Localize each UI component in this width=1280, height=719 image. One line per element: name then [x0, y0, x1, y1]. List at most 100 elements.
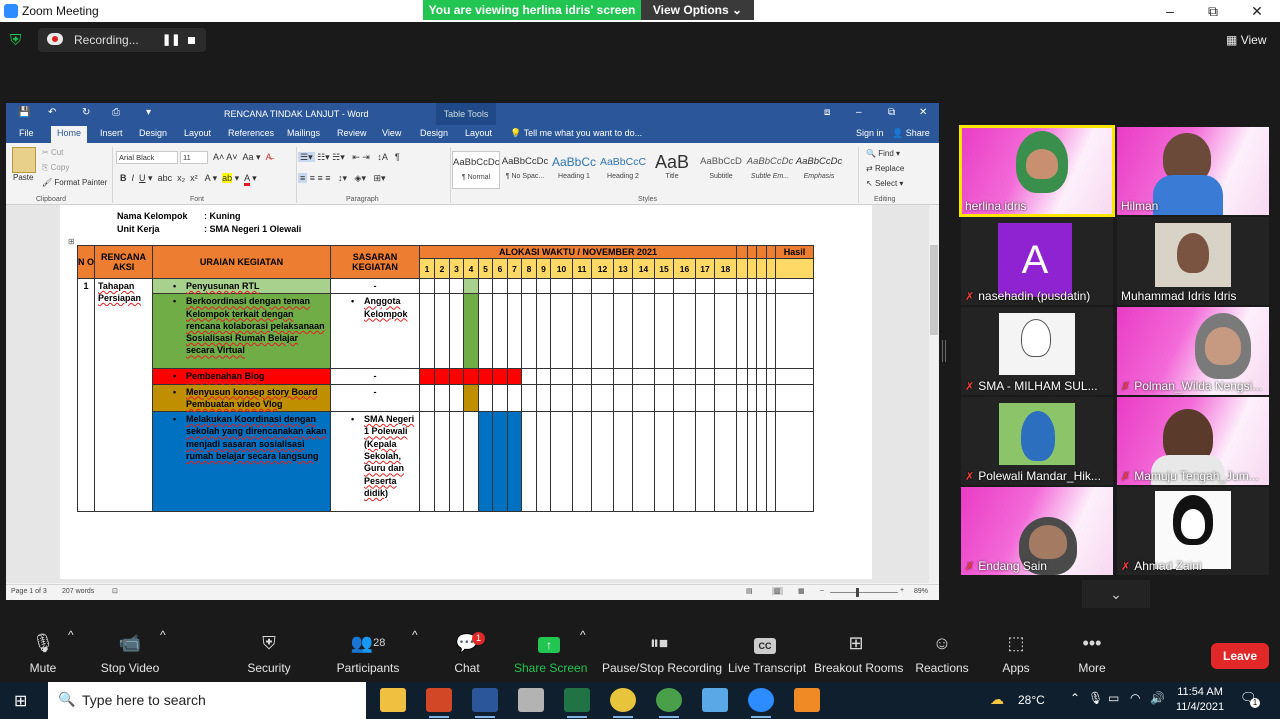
- security-button[interactable]: ⛨ Security: [240, 628, 298, 682]
- tab-file[interactable]: File: [19, 128, 34, 138]
- video-options-caret[interactable]: ^: [160, 628, 166, 682]
- tell-me-box[interactable]: 💡 Tell me what you want to do...: [510, 128, 642, 139]
- web-layout-icon[interactable]: ▦: [798, 587, 805, 595]
- font-grow-shrink-icons[interactable]: A˄ A˅ Aa ▾ A̶: [213, 152, 272, 163]
- document-scrollbar[interactable]: [929, 205, 939, 583]
- table-move-handle-icon[interactable]: ⊞: [68, 237, 75, 246]
- zoom-slider[interactable]: [830, 592, 898, 593]
- chrome-icon[interactable]: [610, 688, 636, 718]
- cut-button[interactable]: ✂ Cut: [42, 148, 63, 157]
- weather-icon[interactable]: ☁: [990, 691, 1004, 708]
- tab-design[interactable]: Design: [139, 128, 167, 138]
- style-no-spacing[interactable]: AaBbCcDc ¶ No Spac...: [501, 151, 549, 189]
- mute-button[interactable]: 🎙 Mute: [18, 628, 68, 682]
- mic-tray-icon[interactable]: 🎙: [1088, 691, 1103, 705]
- tab-home[interactable]: Home: [51, 126, 88, 143]
- apps-button[interactable]: ⬚ Apps: [996, 628, 1036, 682]
- alignment-icons[interactable]: ≡ ≡ ≡ ≡ ↕▾ ◈▾ ⊞▾: [298, 173, 386, 184]
- zoom-slider-thumb[interactable]: [856, 588, 859, 597]
- document-area[interactable]: ▬▬▬▬▬ ▬ ▬▬▬▬▬ ▬▬▬▬ ▬▬▬▬▬ ▬▬▬▬▬▬ ▬▬▬ ▬▬▬▬…: [6, 205, 939, 583]
- wifi-icon[interactable]: ◠: [1130, 691, 1140, 705]
- tab-references[interactable]: References: [228, 128, 274, 138]
- copy-button[interactable]: ⎘ Copy: [42, 163, 69, 173]
- paste-button[interactable]: Paste: [13, 173, 33, 182]
- zoom-level[interactable]: 89%: [914, 588, 928, 595]
- app-icon[interactable]: [518, 688, 544, 712]
- wps-icon[interactable]: [794, 688, 820, 712]
- taskbar-clock[interactable]: 11:54 AM 11/4/2021: [1176, 685, 1224, 715]
- list-icons[interactable]: ☰▾ ☷▾ ☵▾ ⇤ ⇥ ↕A ¶: [298, 152, 400, 163]
- desktop-app-icon[interactable]: [702, 688, 728, 712]
- word-icon[interactable]: [472, 688, 498, 718]
- more-button[interactable]: ••• More: [1072, 628, 1112, 682]
- temperature[interactable]: 28°C: [1018, 693, 1045, 707]
- video-tile[interactable]: ✗ SMA - MILHAM SUL...: [961, 307, 1113, 395]
- live-transcript-button[interactable]: CC Live Transcript: [728, 628, 806, 682]
- panel-resize-handle[interactable]: [942, 340, 946, 362]
- find-button[interactable]: 🔍 Find ▾: [866, 149, 900, 158]
- video-tile[interactable]: ✗ Polewali Mandar_Hik...: [961, 397, 1113, 485]
- minimize-button[interactable]: –: [1150, 1, 1190, 21]
- font-format-icons[interactable]: B I U ▾ abc x₂ x² A ▾ ab ▾ A ▾: [120, 173, 257, 186]
- chrome-profile-icon[interactable]: [656, 688, 682, 718]
- volume-icon[interactable]: 🔊: [1150, 691, 1165, 705]
- shield-icon[interactable]: ⛨: [10, 32, 26, 49]
- video-tile[interactable]: ✗ Mamuju Tengah_Jum...: [1117, 397, 1269, 485]
- close-button[interactable]: ✕: [1237, 1, 1277, 21]
- font-name-box[interactable]: Arial Black: [116, 151, 178, 164]
- video-tile[interactable]: Hilman: [1117, 127, 1269, 215]
- restore-button[interactable]: ⧉: [1193, 1, 1233, 21]
- style-title[interactable]: AaB Title: [648, 151, 696, 189]
- powerpoint-icon[interactable]: [426, 688, 452, 718]
- style-subtitle[interactable]: AaBbCcD Subtitle: [697, 151, 745, 189]
- style-subtle-emphasis[interactable]: AaBbCcDc Subtle Em...: [746, 151, 794, 189]
- battery-icon[interactable]: ▭: [1108, 691, 1119, 705]
- participants-button[interactable]: 👥28 Participants: [334, 628, 402, 682]
- video-tile[interactable]: ✗ Endang Sain: [961, 487, 1113, 575]
- share-options-caret[interactable]: ^: [580, 628, 586, 682]
- pause-stop-recording-button[interactable]: ⏸⏹ Pause/Stop Recording: [602, 628, 722, 682]
- reactions-button[interactable]: ☺ Reactions: [914, 628, 970, 682]
- audio-options-caret[interactable]: ^: [68, 628, 74, 682]
- stop-video-button[interactable]: 📹 Stop Video: [96, 628, 164, 682]
- scrollbar-thumb[interactable]: [930, 245, 938, 335]
- style-heading-2[interactable]: AaBbCcC Heading 2: [599, 151, 647, 189]
- breakout-rooms-button[interactable]: ⊞ Breakout Rooms: [814, 628, 903, 682]
- font-size-box[interactable]: 11: [180, 151, 208, 164]
- excel-icon[interactable]: [564, 688, 590, 718]
- zoom-out-icon[interactable]: –: [820, 587, 824, 594]
- taskbar-search[interactable]: 🔍 Type here to search: [48, 682, 366, 719]
- tab-layout[interactable]: Layout: [184, 128, 211, 138]
- tab-table-design[interactable]: Design: [420, 128, 448, 138]
- tab-table-layout[interactable]: Layout: [465, 128, 492, 138]
- style-heading-1[interactable]: AaBbCc Heading 1: [550, 151, 598, 189]
- select-button[interactable]: ↖ Select ▾: [866, 179, 903, 188]
- read-mode-icon[interactable]: ▤: [746, 587, 753, 595]
- video-tile[interactable]: Muhammad Idris Idris: [1117, 217, 1269, 305]
- tab-review[interactable]: Review: [337, 128, 367, 138]
- video-tile[interactable]: ✗ Polman_Wilda Nengsi...: [1117, 307, 1269, 395]
- zoom-in-icon[interactable]: +: [900, 587, 904, 594]
- style-emphasis[interactable]: AaBbCcDc Emphasis: [795, 151, 843, 189]
- tray-chevron-icon[interactable]: ⌃: [1070, 691, 1080, 705]
- share-button[interactable]: 👤 Share: [892, 128, 930, 139]
- gallery-next-page-button[interactable]: ⌄: [1082, 580, 1150, 608]
- document-page[interactable]: ▬▬▬▬▬ ▬ ▬▬▬▬▬ ▬▬▬▬ ▬▬▬▬▬ ▬▬▬▬▬▬ ▬▬▬ ▬▬▬▬…: [60, 205, 872, 579]
- sign-in-link[interactable]: Sign in: [856, 128, 884, 138]
- shared-screen[interactable]: 💾 ↶ ↻ ⎙ ▾ RENCANA TINDAK LANJUT - Word T…: [6, 103, 939, 600]
- pause-recording-button[interactable]: ❚❚: [162, 33, 180, 46]
- tab-insert[interactable]: Insert: [100, 128, 123, 138]
- replace-button[interactable]: ⇄ Replace: [866, 164, 904, 173]
- view-options-button[interactable]: View Options ⌄: [641, 0, 754, 20]
- format-painter-button[interactable]: 🖌 Format Painter: [42, 178, 107, 187]
- video-tile[interactable]: herlina idris: [959, 125, 1115, 217]
- video-tile[interactable]: ✗ Ahmad Zaini: [1117, 487, 1269, 575]
- zoom-taskbar-icon[interactable]: [748, 688, 774, 718]
- video-tile[interactable]: A ✗ nasehadin (pusdatin): [961, 217, 1113, 305]
- tab-view[interactable]: View: [382, 128, 401, 138]
- file-explorer-icon[interactable]: [380, 688, 406, 712]
- windows-start-icon[interactable]: ⊞: [14, 691, 27, 711]
- tab-mailings[interactable]: Mailings: [287, 128, 320, 138]
- leave-button[interactable]: Leave: [1211, 643, 1269, 669]
- print-layout-icon[interactable]: ▥: [772, 587, 783, 595]
